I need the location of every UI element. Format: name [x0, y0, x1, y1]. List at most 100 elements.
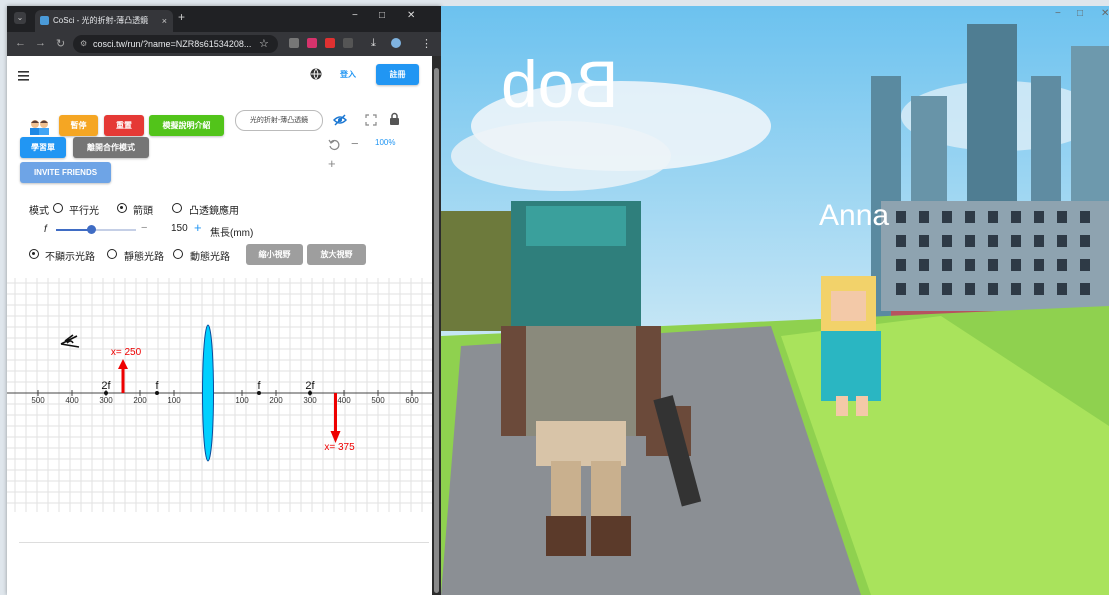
- extensions-puzzle-icon[interactable]: [343, 38, 353, 48]
- mirrored-nametag-bob: Bob: [501, 47, 619, 121]
- extension-icon[interactable]: [307, 38, 317, 48]
- extension-icon[interactable]: [289, 38, 299, 48]
- building-window: [1034, 235, 1044, 247]
- building-window: [896, 283, 906, 295]
- tick-label-left: 200: [133, 396, 147, 405]
- hamburger-icon[interactable]: [18, 71, 30, 81]
- cosci-favicon-icon: [40, 16, 49, 25]
- building-window: [1080, 259, 1090, 271]
- building-window: [942, 235, 952, 247]
- mode-parallel-radio[interactable]: [53, 203, 63, 213]
- url-field[interactable]: ⚙ cosci.tw/run/?name=NZR8s61534208...: [73, 35, 278, 53]
- building-window: [1057, 259, 1067, 271]
- game-close-button[interactable]: ✕: [1101, 8, 1109, 19]
- building-window: [1057, 211, 1067, 223]
- close-window-button[interactable]: ✕: [407, 10, 415, 21]
- leave-coop-button[interactable]: 離開合作模式: [73, 137, 149, 158]
- eye-hide-icon[interactable]: [333, 114, 347, 126]
- building-window: [1057, 283, 1067, 295]
- tab-bar: ⌄ CoSci - 光的折射-薄凸透鏡 × + − □ ✕: [7, 6, 441, 32]
- mode-lens-app-label: 凸透鏡應用: [189, 206, 239, 217]
- optics-canvas[interactable]: 500 400 300 200 100 100 200 300 400 500 …: [7, 278, 432, 512]
- tab-search-icon[interactable]: ⌄: [14, 12, 26, 24]
- site-info-icon[interactable]: ⚙: [80, 35, 87, 53]
- convex-lens: [202, 324, 214, 462]
- building-window: [1034, 259, 1044, 271]
- path-static-radio[interactable]: [107, 249, 117, 259]
- zoom-out-view-button[interactable]: 縮小視野: [246, 244, 303, 265]
- building-window: [919, 235, 929, 247]
- mode-label: 模式: [29, 206, 49, 217]
- users-group-icon[interactable]: [28, 118, 52, 136]
- path-none-label: 不顯示光路: [45, 252, 95, 263]
- page-scrollbar[interactable]: [432, 56, 441, 595]
- zoom-in-view-button[interactable]: 放大視野: [307, 244, 366, 265]
- object-position-label: x= 250: [111, 347, 142, 358]
- scrollbar-thumb[interactable]: [434, 68, 439, 593]
- building-window: [919, 259, 929, 271]
- building-window: [1080, 211, 1090, 223]
- path-dynamic-radio[interactable]: [173, 249, 183, 259]
- page-content: 登入 註冊 暫停 重置 模擬說明介紹 光的折射-薄凸透鏡 學習單 離開合作模式 …: [7, 56, 432, 595]
- building-window: [988, 259, 998, 271]
- simulation-title-chip: 光的折射-薄凸透鏡: [235, 110, 323, 131]
- url-text: cosci.tw/run/?name=NZR8s61534208...: [93, 39, 252, 49]
- extension-icon[interactable]: [325, 38, 335, 48]
- path-none-radio[interactable]: [29, 249, 39, 259]
- focal-increase-button[interactable]: +: [194, 220, 202, 235]
- bookmark-star-icon[interactable]: ☆: [259, 37, 269, 50]
- tick-label-right: 600: [405, 396, 419, 405]
- maximize-button[interactable]: □: [379, 10, 385, 21]
- focal-label-2f-left: 2f: [101, 380, 111, 392]
- mode-arrow-radio[interactable]: [117, 203, 127, 213]
- focal-decrease-button[interactable]: −: [141, 222, 147, 234]
- worksheet-button[interactable]: 學習單: [20, 137, 66, 158]
- focal-slider-handle[interactable]: [87, 225, 96, 234]
- forward-icon[interactable]: →: [35, 37, 46, 49]
- building-window: [1057, 235, 1067, 247]
- building-window: [919, 283, 929, 295]
- globe-icon[interactable]: [310, 68, 322, 80]
- intro-button[interactable]: 模擬說明介紹: [149, 115, 224, 136]
- pause-button[interactable]: 暫停: [59, 115, 98, 136]
- anna-avatar: [821, 276, 881, 416]
- invite-friends-button[interactable]: INVITE FRIENDS: [20, 162, 111, 183]
- yellow-building: [441, 211, 511, 331]
- tick-label-left: 400: [65, 396, 79, 405]
- building-window: [1011, 283, 1021, 295]
- minimize-button[interactable]: −: [352, 10, 358, 21]
- building-window: [988, 235, 998, 247]
- building-window: [988, 211, 998, 223]
- game-maximize-button[interactable]: □: [1077, 8, 1083, 19]
- browser-menu-icon[interactable]: ⋮: [421, 37, 432, 50]
- tick-label-right: 100: [235, 396, 249, 405]
- zoom-in-icon[interactable]: +: [328, 156, 336, 171]
- graph-grid: [7, 278, 432, 512]
- building-window: [896, 259, 906, 271]
- reset-button[interactable]: 重置: [104, 115, 144, 136]
- focal-slider-fill: [56, 229, 91, 231]
- rotate-reset-icon[interactable]: [328, 138, 341, 151]
- zoom-level: 100%: [375, 138, 396, 147]
- building-window: [965, 211, 975, 223]
- reload-icon[interactable]: ↻: [56, 37, 65, 50]
- eye-icon: [60, 334, 80, 348]
- lock-icon[interactable]: [389, 112, 400, 126]
- building-window: [965, 259, 975, 271]
- game-viewport[interactable]: Bob Anna − □ ✕: [441, 6, 1109, 595]
- download-icon[interactable]: ⤓: [371, 37, 376, 50]
- building-window: [988, 283, 998, 295]
- new-tab-button[interactable]: +: [178, 10, 185, 24]
- mode-lens-app-radio[interactable]: [172, 203, 182, 213]
- tick-label-right: 300: [303, 396, 317, 405]
- browser-tab[interactable]: CoSci - 光的折射-薄凸透鏡 ×: [35, 10, 173, 32]
- tab-close-icon[interactable]: ×: [162, 10, 167, 32]
- login-link[interactable]: 登入: [340, 69, 356, 80]
- game-minimize-button[interactable]: −: [1055, 8, 1061, 19]
- register-button[interactable]: 註冊: [376, 64, 419, 85]
- fullscreen-icon[interactable]: [365, 114, 377, 126]
- image-position-label: x= 375: [324, 442, 355, 453]
- zoom-out-icon[interactable]: −: [351, 136, 359, 151]
- back-icon[interactable]: ←: [15, 37, 26, 49]
- profile-avatar[interactable]: [391, 38, 401, 48]
